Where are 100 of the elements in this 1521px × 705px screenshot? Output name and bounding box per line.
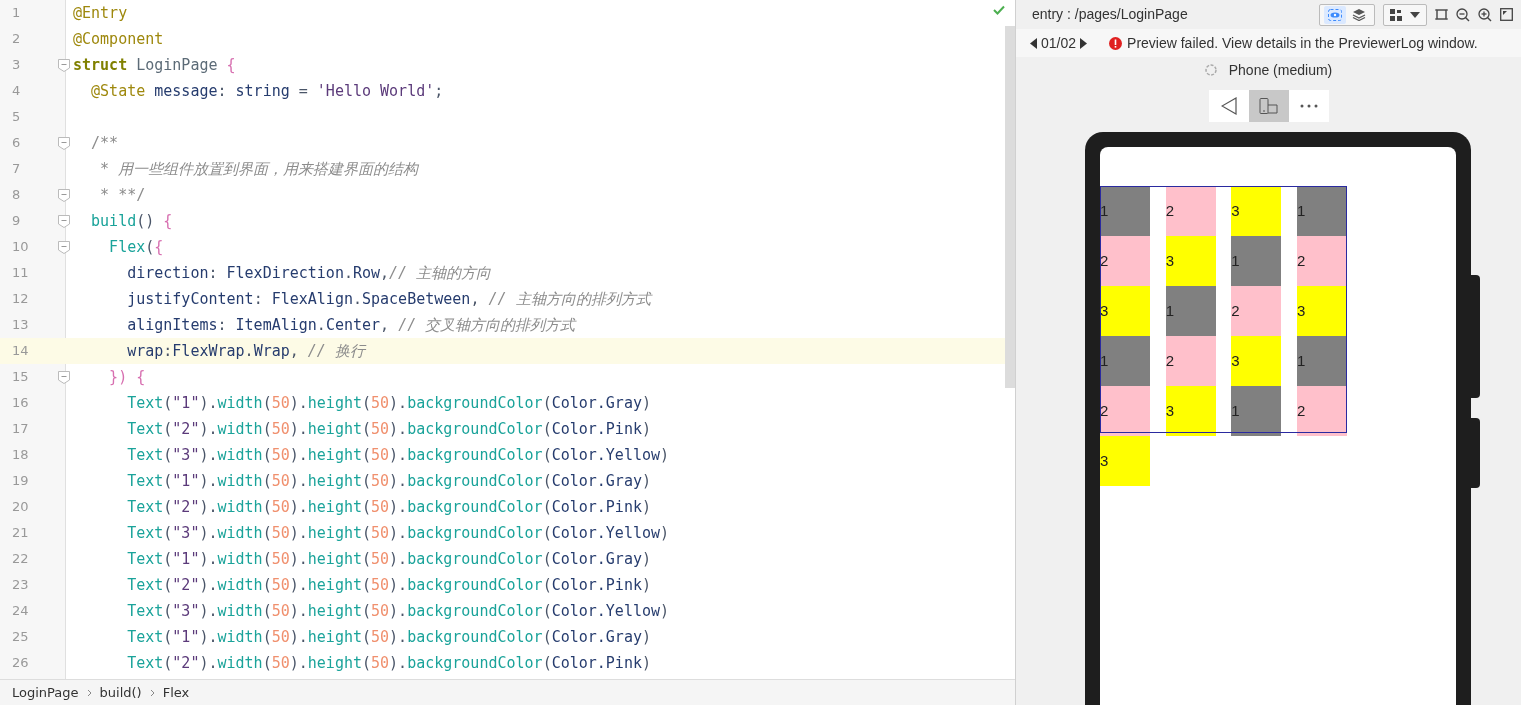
code-line: wrap:FlexWrap.Wrap, // 换行 (126, 340, 365, 362)
code-line: Text("3").width(50).height(50).backgroundColor(Color.Yellow) (126, 444, 670, 466)
code-line: @State message: string = 'Hello World'; (90, 80, 444, 102)
flex-item: 1 (1165, 286, 1216, 336)
fold-icon[interactable] (58, 136, 70, 150)
code-line: direction: FlexDirection.Row,// 主轴的方向 (126, 262, 492, 284)
line-number: 2 (11, 30, 22, 49)
caret-right-icon[interactable] (1080, 37, 1088, 49)
fold-icon[interactable] (58, 188, 70, 202)
fit-screen-icon[interactable] (1500, 8, 1513, 21)
line-number: 15 (11, 368, 30, 387)
code-line: Text("3").width(50).height(50).backgroundColor(Color.Yellow) (126, 600, 670, 622)
line-number: 23 (11, 576, 30, 595)
line-number: 8 (11, 186, 22, 205)
flex-item: 1 (1296, 186, 1347, 236)
flex-item: 2 (1100, 386, 1150, 436)
flex-item: 3 (1100, 436, 1150, 486)
code-line: * 用一些组件放置到界面，用来搭建界面的结构 (99, 158, 419, 180)
flex-item: 3 (1100, 286, 1150, 336)
line-number: 21 (11, 524, 30, 543)
layout-dropdown[interactable] (1383, 3, 1427, 26)
code-line: Text("2").width(50).height(50).backgroundColor(Color.Pink) (126, 496, 651, 518)
grid-icon (1390, 8, 1402, 21)
breadcrumb-item[interactable]: build() (99, 682, 142, 703)
line-number: 19 (11, 472, 30, 491)
line-number: 5 (11, 108, 22, 127)
line-number: 13 (11, 316, 30, 335)
code-line: @Entry (73, 2, 128, 24)
line-number: 25 (11, 628, 30, 647)
zoom-out-icon[interactable] (1456, 7, 1470, 22)
line-number: 14 (11, 342, 30, 361)
more-icon (1299, 104, 1318, 108)
code-line: justifyContent: FlexAlign.SpaceBetween, // 主轴方向的排列方式 (126, 288, 651, 310)
line-number: 9 (11, 212, 22, 231)
error-message: Preview failed. View details in the PreviewerLog window. (1127, 33, 1478, 53)
code-line: alignItems: ItemAlign.Center, // 交叉轴方向的排列方式 (126, 314, 576, 336)
fold-icon[interactable] (58, 58, 70, 72)
scrollbar[interactable] (1005, 26, 1015, 388)
code-line: /** (90, 132, 119, 154)
inspect-button[interactable] (1324, 5, 1346, 24)
line-number: 12 (11, 290, 30, 309)
line-number: 7 (11, 160, 22, 179)
caret-left-icon[interactable] (1030, 37, 1037, 49)
chevron-right-icon (86, 688, 92, 697)
frame-icon[interactable] (1435, 8, 1448, 21)
eye-icon (1328, 8, 1342, 21)
fold-icon[interactable] (58, 240, 70, 254)
flex-item: 3 (1165, 386, 1216, 436)
line-number: 20 (11, 498, 30, 517)
code-line: Text("1").width(50).height(50).backgroundColor(Color.Gray) (126, 626, 651, 648)
zoom-in-icon[interactable] (1478, 7, 1492, 22)
code-line: * **/ (99, 184, 146, 206)
flex-item: 1 (1231, 386, 1282, 436)
code-line: Text("2").width(50).height(50).backgroundColor(Color.Pink) (126, 652, 651, 674)
flex-item: 3 (1231, 186, 1282, 236)
flex-item: 1 (1296, 336, 1347, 386)
page-counter: 01/02 (1041, 33, 1077, 53)
line-number: 10 (11, 238, 30, 257)
line-number: 26 (11, 654, 30, 673)
fold-button[interactable] (1248, 90, 1289, 122)
flex-item: 2 (1296, 386, 1347, 436)
page-path: entry : /pages/LoginPage (1032, 5, 1189, 24)
line-number: 1 (11, 4, 22, 23)
line-number: 22 (11, 550, 30, 569)
line-number: 24 (11, 602, 30, 621)
chevron-right-icon (149, 688, 155, 697)
flex-item: 1 (1100, 186, 1150, 236)
breadcrumb-item[interactable]: Flex (162, 682, 190, 703)
error-icon (1109, 36, 1123, 50)
caret-down-icon (1410, 11, 1420, 18)
line-number: 4 (11, 82, 22, 101)
flex-item: 2 (1165, 336, 1216, 386)
code-line: build() { (90, 210, 173, 232)
spinner-icon (1204, 64, 1217, 76)
code-line: Text("1").width(50).height(50).backgroundColor(Color.Gray) (126, 548, 651, 570)
code-line: Text("1").width(50).height(50).backgroundColor(Color.Gray) (126, 392, 651, 414)
flex-item: 1 (1100, 336, 1150, 386)
line-number: 6 (11, 134, 22, 153)
flex-item: 2 (1100, 236, 1150, 286)
line-number: 11 (11, 264, 30, 283)
line-number: 17 (11, 420, 30, 439)
code-line: Flex({ (108, 236, 164, 258)
code-line: Text("1").width(50).height(50).backgroundColor(Color.Gray) (126, 470, 651, 492)
fold-icon[interactable] (58, 214, 70, 228)
code-line: Text("2").width(50).height(50).backgroundColor(Color.Pink) (126, 574, 651, 596)
flex-item: 2 (1165, 186, 1216, 236)
code-line: Text("2").width(50).height(50).backgroundColor(Color.Pink) (126, 418, 651, 440)
code-line: @Component (73, 28, 164, 50)
fold-icon[interactable] (58, 370, 70, 384)
line-number: 3 (11, 56, 22, 75)
back-triangle-icon (1220, 97, 1237, 115)
layers-icon (1352, 8, 1366, 21)
breadcrumb-item[interactable]: LoginPage (12, 682, 79, 703)
flex-item: 1 (1231, 236, 1282, 286)
flex-item: 3 (1231, 336, 1282, 386)
flex-item: 3 (1165, 236, 1216, 286)
flex-item: 3 (1296, 286, 1347, 336)
code-line: Text("3").width(50).height(50).backgroundColor(Color.Yellow) (126, 522, 670, 544)
flex-item: 2 (1296, 236, 1347, 286)
code-line: }) { (108, 366, 146, 388)
